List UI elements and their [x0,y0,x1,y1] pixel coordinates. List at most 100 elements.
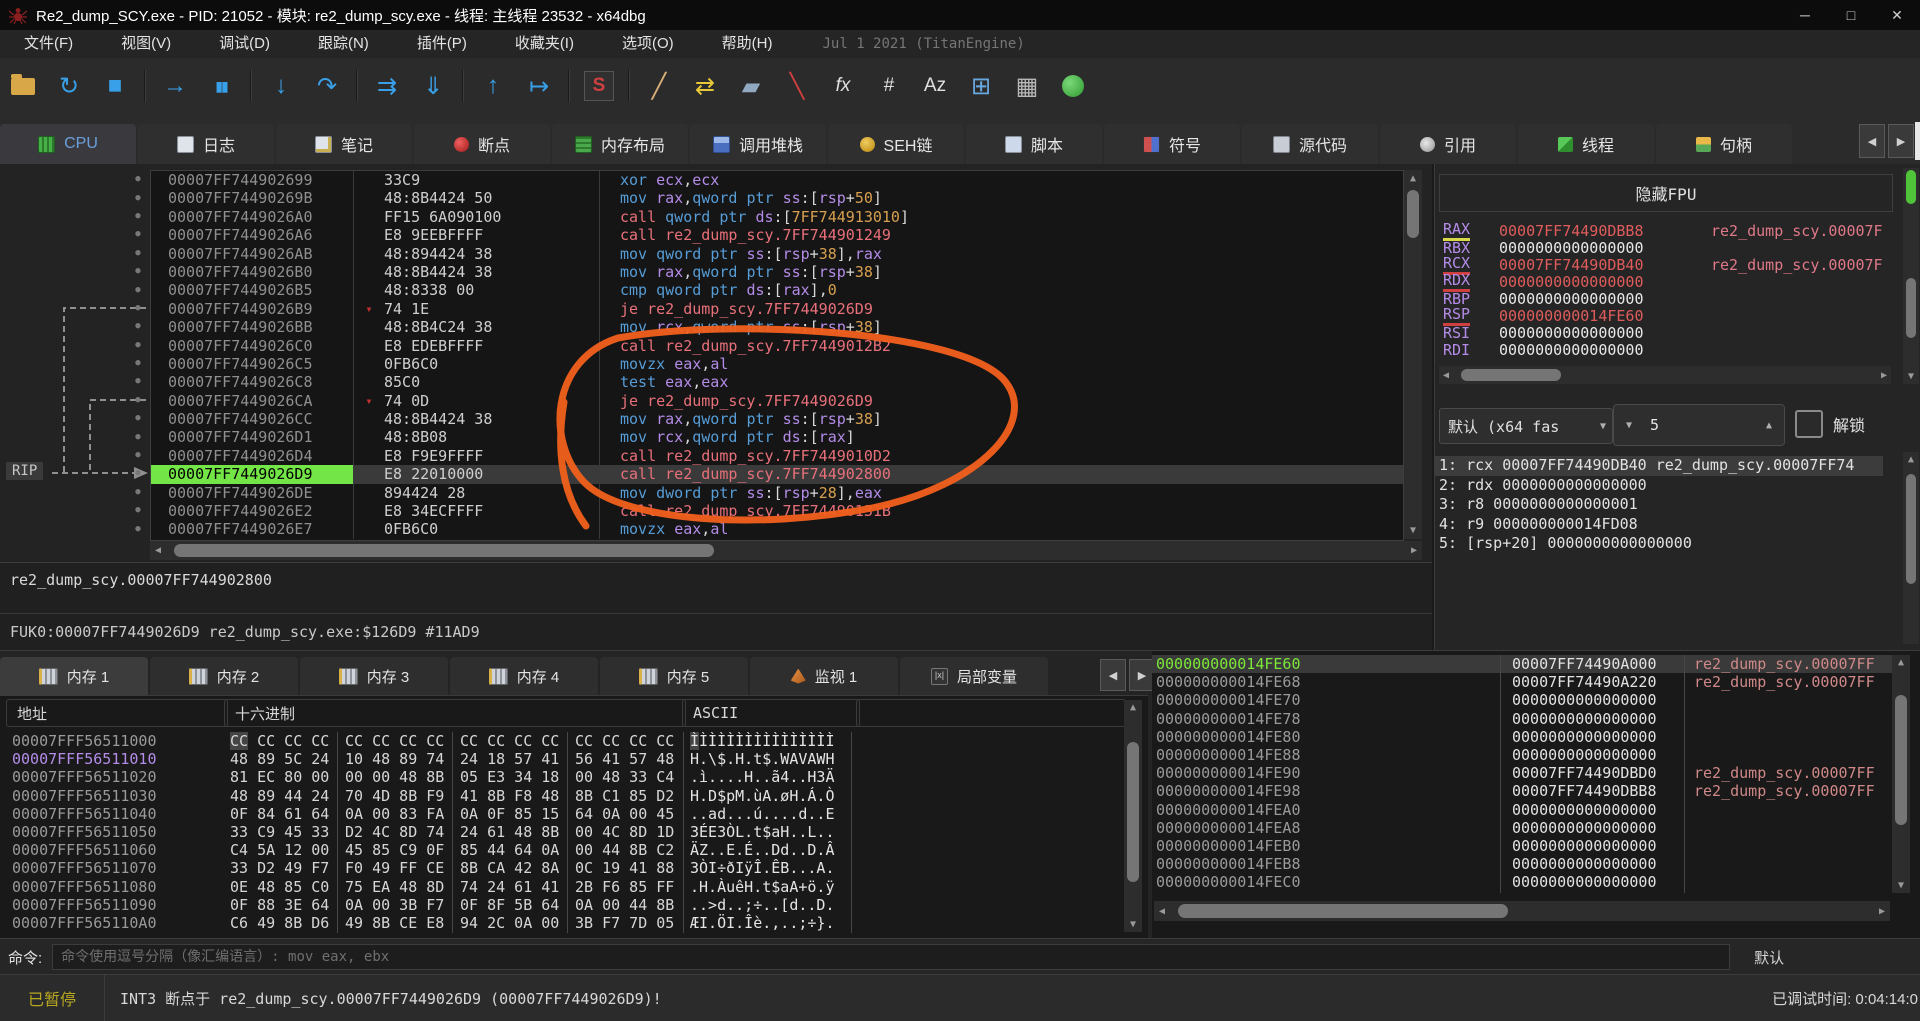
minimize-button[interactable]: ─ [1782,0,1828,30]
argument-count-spinner[interactable]: ▼ 5 ▲ [1613,404,1785,446]
call-argument-row[interactable]: 1: rcx 00007FF74490DB40 re2_dump_scy.000… [1435,456,1883,476]
breakpoint-dot[interactable]: ● [128,427,148,445]
run-until-expression-icon[interactable]: ↦ [518,65,560,107]
spinner-up-icon[interactable]: ▲ [1766,420,1772,431]
breakpoint-dot[interactable]: ● [128,483,148,501]
disasm-row[interactable]: 00007FF7449026D4 E8 F9E9FFFF call re2_dump… [151,446,1403,466]
stack-row[interactable]: 000000000014FE88 0000000000000000 [1152,746,1892,764]
disasm-row[interactable]: 00007FF7449026A6 E8 9EEBFFFF call re2_dump… [151,226,1403,245]
menu-item-7[interactable]: 选项(O) [598,30,698,58]
dump-row[interactable]: 00007FFF56511000 CC CC CC CC CC CC CC CC CC… [0,732,1148,750]
breakpoint-dot[interactable]: ● [128,391,148,409]
registers-list[interactable]: RAX 00007FF74490DBB8 re2_dump_scy.00007F RB… [1443,220,1897,359]
breakpoint-dot[interactable]: ● [128,262,148,280]
stack-row[interactable]: 000000000014FE60 00007FF74490A000 re2_dump… [1152,655,1892,674]
breakpoint-dot[interactable]: ● [128,354,148,372]
disasm-row[interactable]: 00007FF7449026C0 E8 EDEBFFFF call re2_dump… [151,336,1403,355]
dump-row[interactable]: 00007FFF56511040 0F 84 61 64 0A 00 83 FA 0A… [0,805,1148,823]
step-into-icon[interactable]: ↓ [260,65,302,107]
call-arguments-list[interactable]: 1: rcx 00007FF74490DB40 re2_dump_scy.000… [1435,456,1883,554]
breakpoint-dot[interactable]: ● [128,446,148,464]
menu-item-5[interactable]: 插件(P) [393,30,491,58]
restart-icon[interactable]: ↻ [48,65,90,107]
register-row[interactable]: RBX 0000000000000000 [1443,239,1897,257]
memory-tab-scroll-left-button[interactable]: ◀ [1100,659,1126,691]
command-input[interactable] [52,944,1731,970]
font-az-icon[interactable]: Az [914,65,956,107]
arguments-vertical-scrollbar[interactable]: ▲ [1903,452,1919,644]
tab-script[interactable]: 脚本 [966,124,1102,164]
hash-icon[interactable]: # [868,65,910,107]
tab-memory-4[interactable]: 内存 4 [450,657,598,695]
close-button[interactable]: ✕ [1874,0,1920,30]
tab-notes[interactable]: 笔记 [276,124,412,164]
stop-icon[interactable]: ■ [94,65,136,107]
dump-row[interactable]: 00007FFF56511020 81 EC 80 00 00 00 48 8B 05… [0,768,1148,786]
breakpoint-dot[interactable]: ● [128,225,148,243]
register-row[interactable]: RCX 00007FF74490DB40 re2_dump_scy.00007F [1443,254,1897,275]
tab-memory-1[interactable]: 内存 1 [0,657,148,695]
breakpoint-dot[interactable]: ● [128,372,148,390]
stack-row[interactable]: 000000000014FEA0 0000000000000000 [1152,801,1892,819]
breakpoint-dot[interactable]: ● [128,280,148,298]
maximize-button[interactable]: □ [1828,0,1874,30]
tab-watch-6[interactable]: 监视 1 [750,657,898,695]
call-argument-row[interactable]: 3: r8 0000000000000001 [1435,495,1883,515]
breakpoint-dot[interactable]: ● [128,188,148,206]
register-value[interactable]: 00007FF74490DB40 [1499,256,1669,274]
stack-row[interactable]: 000000000014FE78 0000000000000000 [1152,710,1892,728]
breakpoint-dot[interactable]: ● [128,336,148,354]
tab-threads[interactable]: 线程 [1518,124,1654,164]
dump-vertical-scrollbar[interactable]: ▲ ▼ [1124,700,1142,932]
tab-memory-2[interactable]: 内存 2 [150,657,298,695]
unlock-checkbox[interactable] [1795,410,1823,438]
stack-horizontal-scrollbar[interactable]: ◀ ▶ [1154,901,1890,921]
disasm-row[interactable]: 00007FF7449026CC 48:8B4424 38 mov rax,qwor… [151,410,1403,429]
hide-fpu-header[interactable]: 隐藏FPU [1439,174,1893,212]
disasm-row[interactable]: 00007FF7449026BB 48:8B4C24 38 mov rcx,qwor… [151,318,1403,337]
stack-rows[interactable]: 000000000014FE60 00007FF74490A000 re2_dump… [1152,655,1892,891]
tab-call-stack[interactable]: 调用堆栈 [690,124,826,164]
tab-seh[interactable]: SEH链 [828,124,964,164]
registers-horizontal-scrollbar[interactable]: ◀ ▶ [1439,366,1891,384]
dump-row[interactable]: 00007FFF56511010 48 89 5C 24 10 48 89 74 24… [0,750,1148,768]
disasm-row[interactable]: 00007FF7449026DE 894424 28 mov dword ptr s… [151,483,1403,503]
disasm-row[interactable]: 00007FF7449026E7 0FB6C0 movzx eax,al [151,520,1403,539]
execute-till-return-icon[interactable]: ⇉ [366,65,408,107]
register-row[interactable]: RSP 000000000014FE60 [1443,305,1897,326]
tab-locals-7[interactable]: |x| 局部变量 [900,657,1048,695]
disasm-row[interactable]: 00007FF7449026C5 0FB6C0 movzx eax,al [151,354,1403,374]
register-value[interactable]: 0000000000000000 [1499,290,1669,308]
dump-row[interactable]: 00007FFF56511090 0F 88 3E 64 0A 00 3B F7 0F… [0,896,1148,914]
step-out-icon[interactable]: ↑ [472,65,514,107]
stack-row[interactable]: 000000000014FE70 0000000000000000 [1152,691,1892,709]
dump-row[interactable]: 00007FFF56511060 C4 5A 12 00 45 85 C9 0F 85… [0,841,1148,859]
eraser-icon[interactable]: ▰ [730,65,772,107]
tab-memory-5[interactable]: 内存 5 [600,657,748,695]
breakpoint-dot[interactable]: ● [128,170,148,188]
dump-row[interactable]: 00007FFF56511030 48 89 44 24 70 4D 8B F9 41… [0,787,1148,805]
calling-convention-dropdown[interactable]: 默认 (x64 fas ▼ [1439,408,1613,444]
highlight-icon[interactable]: ╲ [776,65,818,107]
tab-memory-map[interactable]: 内存布局 [552,124,688,164]
breakpoint-dot[interactable]: ● [128,299,148,317]
tab-cpu[interactable]: CPU [0,124,136,164]
patch-icon[interactable]: ╱ [638,65,680,107]
disasm-row[interactable]: 00007FF7449026A0 FF15 6A090100 call qword … [151,207,1403,227]
dump-ascii-header[interactable]: ASCII [682,699,860,727]
breakpoint-dot[interactable]: ● [128,207,148,225]
register-row[interactable]: RDX 0000000000000000 [1443,271,1897,292]
internet-icon[interactable] [1052,65,1094,107]
function-fx-icon[interactable]: fx [822,65,864,107]
register-value[interactable]: 0000000000000000 [1499,324,1669,342]
tab-log[interactable]: 日志 [138,124,274,164]
dump-address-header[interactable]: 地址 [6,699,228,727]
disasm-row[interactable]: 00007FF7449026C8 85C0 test eax,eax [151,373,1403,392]
stack-row[interactable]: 000000000014FEA8 0000000000000000 [1152,819,1892,837]
disasm-row[interactable]: 00007FF7449026B9 ▾ 74 1E je re2_dump_scy.7F… [151,299,1403,319]
fat-arrows-icon[interactable]: ⇄ [684,65,726,107]
step-over-icon[interactable]: ↷ [306,65,348,107]
register-row[interactable]: RAX 00007FF74490DBB8 re2_dump_scy.00007F [1443,220,1897,241]
register-value[interactable]: 00007FF74490DBB8 [1499,222,1669,240]
scylla-icon[interactable]: S [578,65,620,107]
